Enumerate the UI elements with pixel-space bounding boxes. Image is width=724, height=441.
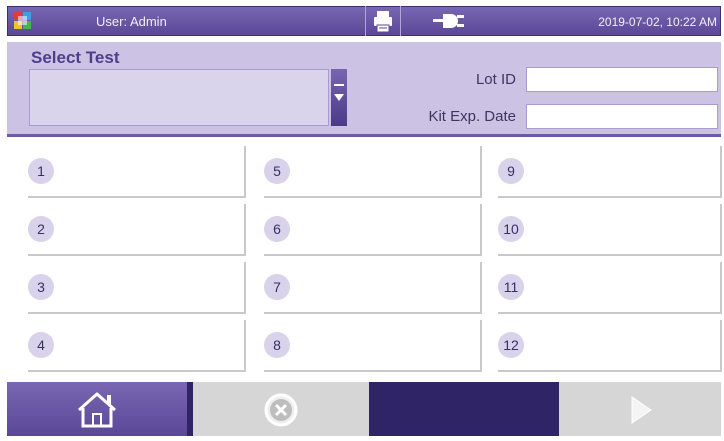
slot-number: 5: [264, 158, 290, 184]
test-slot[interactable]: 6: [264, 204, 482, 256]
dropdown-toggle-button[interactable]: [331, 69, 347, 126]
chevron-down-icon: [334, 94, 344, 101]
test-slot[interactable]: 3: [28, 262, 246, 314]
kit-exp-date-label: Kit Exp. Date: [428, 108, 516, 125]
slot-number: 3: [28, 274, 54, 300]
dropdown-bar-icon: [334, 84, 344, 86]
test-slot[interactable]: 5: [264, 146, 482, 198]
slot-number: 12: [498, 332, 524, 358]
select-test-title: Select Test: [31, 48, 120, 67]
date-time: 2019-07-02, 10:22 AM: [598, 15, 717, 29]
test-slot[interactable]: 10: [498, 204, 722, 256]
power-status: [433, 10, 467, 37]
test-slot[interactable]: 2: [28, 204, 246, 256]
slot-number: 10: [498, 216, 524, 242]
select-test-panel: Select Test Lot ID Kit Exp. Date: [7, 42, 721, 137]
slot-number: 7: [264, 274, 290, 300]
test-slot[interactable]: 9: [498, 146, 722, 198]
home-icon: [78, 392, 116, 428]
power-plug-icon: [433, 14, 464, 28]
test-slot[interactable]: 12: [498, 320, 722, 372]
lot-id-field[interactable]: [526, 67, 718, 92]
test-slot[interactable]: 1: [28, 146, 246, 198]
printer-icon: [374, 11, 392, 33]
home-button[interactable]: [7, 382, 187, 436]
slot-number: 9: [498, 158, 524, 184]
kit-exp-date-field[interactable]: [526, 104, 718, 129]
status-bar: User: Admin 2019-07-02, 10:22 AM: [7, 6, 721, 36]
test-dropdown[interactable]: [29, 69, 329, 126]
app-logo-icon: [14, 12, 31, 29]
slot-number: 6: [264, 216, 290, 242]
cancel-button[interactable]: [193, 382, 369, 436]
test-slot[interactable]: 8: [264, 320, 482, 372]
test-slot[interactable]: 11: [498, 262, 722, 314]
user-label: User: Admin: [96, 14, 167, 29]
next-button[interactable]: [559, 382, 721, 436]
test-slot[interactable]: 7: [264, 262, 482, 314]
slot-number: 4: [28, 332, 54, 358]
slot-number: 2: [28, 216, 54, 242]
slot-number: 11: [498, 274, 524, 300]
bottom-nav-bar: [7, 382, 721, 436]
test-slot[interactable]: 4: [28, 320, 246, 372]
slot-number: 1: [28, 158, 54, 184]
close-circle-icon: [264, 393, 298, 427]
slot-number: 8: [264, 332, 290, 358]
lot-id-label: Lot ID: [475, 71, 516, 88]
test-slot-grid: 1 2 3 4 5 6 7 8 9 10 11 12: [0, 140, 724, 380]
play-right-icon: [631, 396, 652, 424]
print-button[interactable]: [365, 6, 401, 36]
